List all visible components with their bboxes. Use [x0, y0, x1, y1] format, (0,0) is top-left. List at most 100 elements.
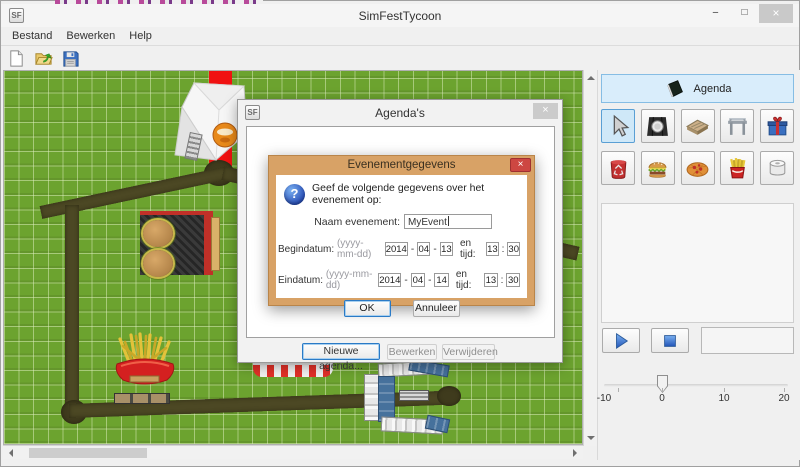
dialog-body: ? Geef de volgende gegevens over het eve…: [276, 175, 527, 298]
date-separator: -: [404, 275, 407, 286]
horizontal-scrollbar[interactable]: [3, 445, 583, 459]
scroll-up-button[interactable]: [584, 71, 598, 85]
window-titlebar[interactable]: SF SimFestTycoon − □ ×: [1, 4, 799, 27]
begin-minute-input[interactable]: 30: [507, 242, 520, 256]
gate-icon: [725, 114, 750, 139]
menu-bar: Bestand Bewerken Help: [1, 27, 799, 46]
time-separator: :: [501, 275, 504, 286]
burger: [143, 220, 173, 247]
stop-button[interactable]: [651, 328, 689, 353]
event-name-input[interactable]: MyEvent: [404, 214, 492, 229]
edit-agenda-button: Bewerken: [387, 344, 437, 360]
dialog-close-button[interactable]: ×: [533, 103, 558, 119]
new-file-button[interactable]: [6, 49, 26, 69]
tool-spotlight[interactable]: [641, 109, 675, 143]
dialog-buttons: OK Annuleer: [278, 300, 525, 317]
tool-row: [601, 151, 794, 185]
question-icon: ?: [284, 184, 305, 205]
begin-year-input[interactable]: 2014: [385, 242, 408, 256]
up-arrow-icon: [587, 72, 595, 80]
prompt-text: Geef de volgende gegevens over het evene…: [312, 182, 525, 206]
open-folder-icon: [34, 49, 53, 68]
event-data-dialog: Evenementgegevens × ? Geef de volgende g…: [268, 155, 535, 306]
slider-tick: [724, 388, 725, 392]
play-button[interactable]: [602, 328, 640, 353]
dialog-close-button[interactable]: ×: [510, 158, 531, 172]
cursor-icon: [606, 114, 631, 139]
barrel-stage[interactable]: [364, 361, 450, 437]
maximize-button[interactable]: □: [730, 4, 759, 23]
slider-label: 20: [769, 393, 799, 404]
scroll-right-button[interactable]: [568, 446, 582, 460]
begin-day-input[interactable]: 13: [440, 242, 453, 256]
stage-platform-icon: [685, 114, 710, 139]
dialog-titlebar[interactable]: SF Agenda's ×: [238, 100, 562, 125]
vertical-scrollbar[interactable]: [583, 70, 597, 446]
info-panel: [601, 203, 794, 323]
play-icon: [612, 332, 630, 350]
bench[interactable]: [114, 393, 170, 404]
slider-label: -10: [589, 393, 619, 404]
stage-panel: [378, 376, 395, 422]
date-format-hint: (yyyy-mm-dd): [326, 269, 376, 291]
close-button[interactable]: ×: [759, 4, 793, 23]
cancel-button[interactable]: Annuleer: [413, 300, 460, 317]
tool-stage-platform[interactable]: [681, 109, 715, 143]
end-day-input[interactable]: 14: [434, 273, 448, 287]
minimize-button[interactable]: −: [701, 4, 730, 23]
tool-pizza-stand[interactable]: [681, 151, 715, 185]
begin-month-input[interactable]: 04: [417, 242, 430, 256]
date-separator: -: [433, 244, 436, 255]
end-minute-input[interactable]: 30: [506, 273, 520, 287]
slider-tick: [618, 388, 619, 392]
down-arrow-icon: [587, 436, 595, 444]
tool-fries-stand[interactable]: [720, 151, 754, 185]
end-date-row: Eindatum: (yyyy-mm-dd) 2014 - 04 - 14 en…: [278, 269, 522, 291]
speed-slider-track[interactable]: [604, 384, 788, 387]
end-month-input[interactable]: 04: [411, 273, 425, 287]
slider-tick: [784, 388, 785, 392]
save-button[interactable]: [60, 49, 80, 69]
right-arrow-icon: [573, 449, 581, 457]
scroll-down-button[interactable]: [584, 431, 598, 445]
menu-bewerken[interactable]: Bewerken: [59, 29, 122, 43]
scroll-left-button[interactable]: [4, 446, 18, 460]
tool-select-cursor[interactable]: [601, 109, 635, 143]
dirt-path[interactable]: [65, 205, 79, 415]
tool-gift[interactable]: [760, 109, 794, 143]
begin-date-label: Begindatum:: [278, 244, 334, 255]
tool-burger-stand[interactable]: [641, 151, 675, 185]
menu-bestand[interactable]: Bestand: [5, 29, 59, 43]
end-year-input[interactable]: 2014: [378, 273, 401, 287]
bench: [399, 390, 429, 401]
speed-display[interactable]: [701, 327, 794, 354]
burger-stand[interactable]: [140, 211, 224, 277]
barrel-column: [364, 374, 379, 421]
event-name-label: Naam evenement:: [314, 216, 400, 228]
burger: [143, 250, 173, 277]
dialog-titlebar[interactable]: Evenementgegevens ×: [269, 156, 534, 175]
counter-plank: [211, 217, 220, 271]
event-name-row: Naam evenement: MyEvent: [278, 214, 492, 229]
tool-gate[interactable]: [720, 109, 754, 143]
tool-toilet-roll[interactable]: [760, 151, 794, 185]
scrollbar-thumb[interactable]: [29, 448, 147, 458]
slider-label: 10: [709, 393, 739, 404]
new-agenda-button[interactable]: Nieuwe agenda...: [302, 343, 380, 360]
tool-trash-can[interactable]: [601, 151, 635, 185]
agenda-button[interactable]: Agenda: [601, 74, 794, 103]
date-separator: -: [411, 244, 414, 255]
save-floppy-icon: [61, 49, 80, 68]
end-hour-input[interactable]: 13: [484, 273, 498, 287]
time-separator: :: [502, 244, 505, 255]
tool-row: [601, 109, 794, 143]
fries-stand[interactable]: [109, 332, 181, 390]
ok-button[interactable]: OK: [344, 300, 391, 317]
slider-label: 0: [647, 393, 677, 404]
gift-icon: [765, 114, 790, 139]
begin-hour-input[interactable]: 13: [486, 242, 499, 256]
menu-help[interactable]: Help: [122, 29, 159, 43]
open-file-button[interactable]: [33, 49, 53, 69]
date-separator: -: [428, 275, 431, 286]
trash-can-icon: [606, 156, 631, 181]
